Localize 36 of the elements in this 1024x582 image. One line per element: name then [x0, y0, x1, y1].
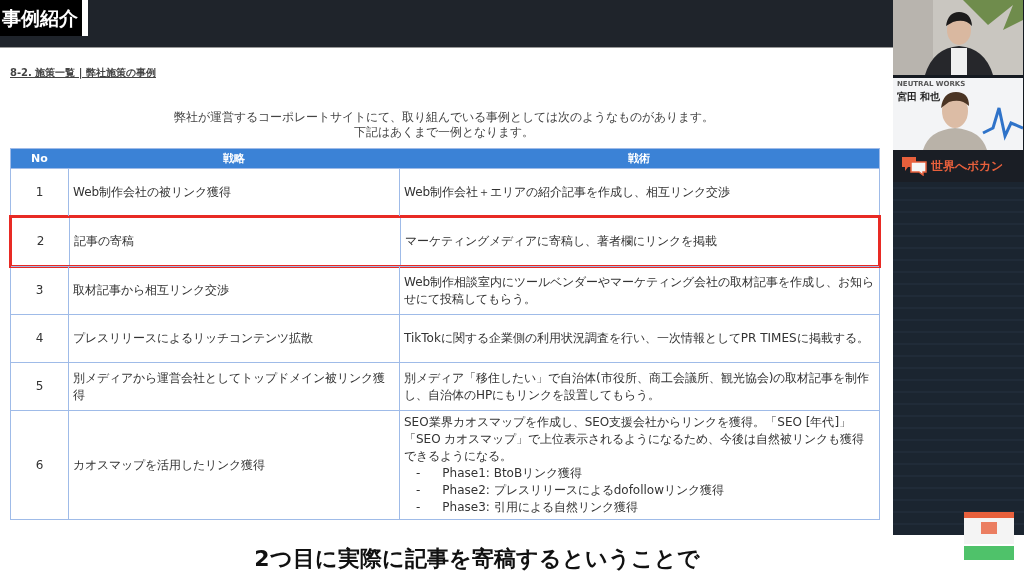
table-cell: 記事の寄稿 — [74, 233, 134, 250]
bullet-marker: - — [416, 499, 421, 516]
bullet-text: Phase1: BtoBリンク獲得 — [442, 465, 583, 482]
table-cell: Web制作相談室内にツールベンダーやマーケティング会社の取材記事を作成し、お知らせにて投稿してもらう。 — [404, 273, 875, 308]
table-cell: マーケティングメディアに寄稿し、著者欄にリンクを掲載 — [405, 233, 717, 250]
caption-subtitle: 2つ目に実際に記事を寄稿するということで — [254, 544, 700, 573]
bullet-text: Phase3: 引用による自然リンク獲得 — [442, 499, 638, 516]
table-cell-text: 別メディア「移住したい」で自治体(市役所、商工会議所、観光協会)の取材記事を制作し、自治体のHPにもリンクを設置してもらう。 — [404, 369, 871, 404]
column-header: 戦略 — [221, 151, 246, 166]
title-accent-bar — [82, 0, 88, 36]
table-cell: プレスリリースによるリッチコンテンツ拡散 — [73, 330, 313, 347]
column-header: 戦術 — [627, 151, 651, 166]
bullet-text: Phase2: プレスリリースによるdofollowリンク獲得 — [442, 482, 724, 499]
table-cell: 6 — [35, 456, 44, 474]
bullet-marker: - — [416, 482, 421, 499]
table-cell: Web制作会社＋エリアの紹介記事を作成し、相互リンク交渉 — [404, 184, 731, 201]
table-cell: 3 — [35, 282, 44, 299]
speaker-name: 宮田 和也 — [897, 90, 941, 104]
table-cell: 5 — [35, 378, 44, 395]
table-cell: 2 — [36, 233, 45, 250]
table-cell: TikTokに関する企業側の利用状況調査を行い、一次情報としてPR TIMESに掲載する。 — [404, 330, 869, 347]
table-cell: カオスマップを活用したリンク獲得 — [73, 456, 265, 474]
table-cell: 4 — [35, 330, 44, 347]
intro-text: 弊社が運営するコーポレートサイトにて、取り組んでいる事例としては次のようなものがあります。 — [173, 110, 715, 125]
table-cell: Web制作会社の被リンク獲得 — [73, 184, 232, 201]
bullet-marker: - — [416, 465, 421, 482]
column-header: No — [30, 152, 49, 165]
logo-text: 世界へボカン — [931, 157, 1003, 175]
table-cell: 取材記事から相互リンク交渉 — [73, 282, 229, 299]
table-cell: 1 — [35, 184, 44, 201]
table-cell-text: 別メディアから運営会社としてトップドメイン被リンク獲得 — [73, 369, 386, 404]
table-cell-text: SEO業界カオスマップを作成し、SEO支援会社からリンクを獲得。「SEO [年代]」「SEO カオスマップ」で上位表示されるようになるため、今後は自然被リンクも獲得できるようになる。 — [404, 414, 866, 465]
slide-title: 事例紹介 — [0, 0, 82, 36]
speech-bubbles-icon — [901, 156, 927, 176]
intro-text: 下記はあくまで一例となります。 — [353, 125, 535, 140]
section-heading: 8-2. 施策一覧 | 弊社施策の事例 — [10, 66, 157, 80]
